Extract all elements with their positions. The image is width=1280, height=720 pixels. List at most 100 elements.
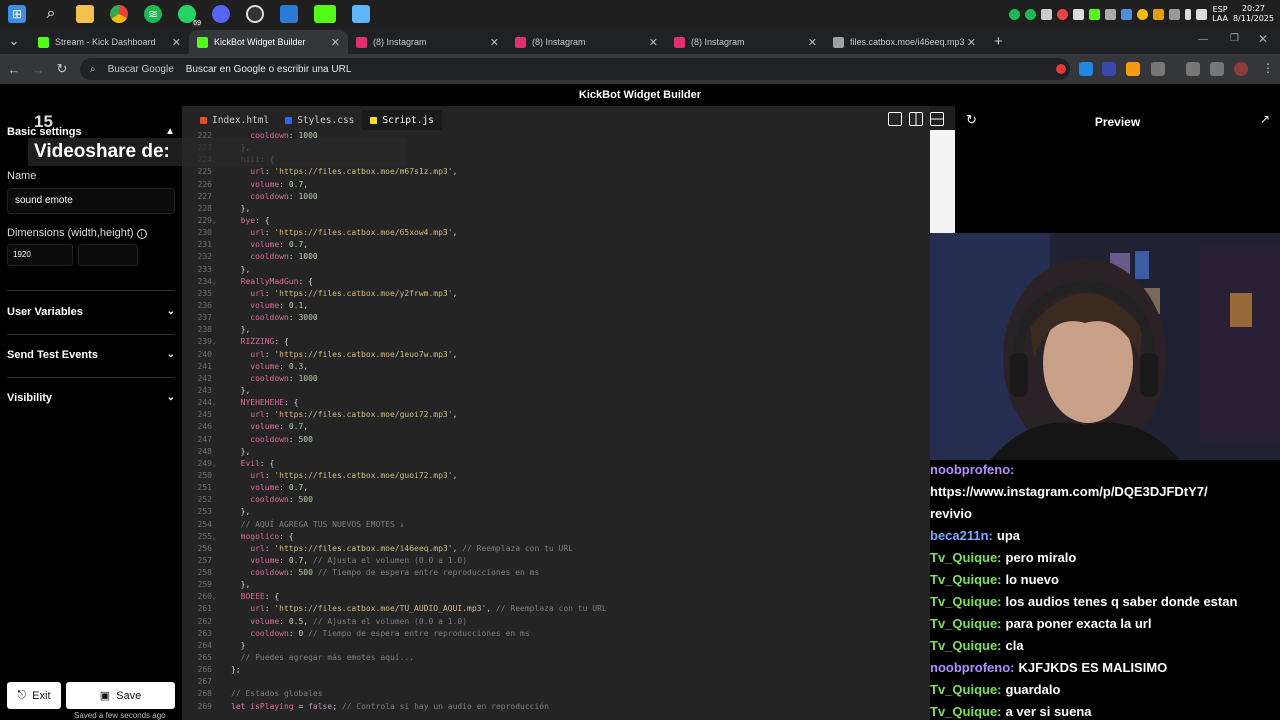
browser-menu-icon[interactable]: ⋮ — [1262, 61, 1274, 75]
editor-tab[interactable]: Script.js — [362, 110, 442, 130]
back-icon[interactable]: ← — [2, 62, 26, 77]
layout-split-horizontal-icon[interactable] — [930, 112, 944, 126]
media-control-icon[interactable] — [1210, 62, 1224, 76]
fold-chevron-icon[interactable]: ⌄ — [212, 276, 220, 288]
tab-close-icon[interactable]: ✕ — [649, 36, 658, 49]
fold-chevron-icon[interactable]: ⌄ — [212, 336, 220, 348]
visibility-header[interactable]: Visibility ⌄ — [7, 392, 175, 404]
fold-chevron-icon[interactable]: ⌄ — [212, 591, 220, 603]
tray-app5-icon[interactable] — [1169, 8, 1181, 20]
open-external-icon[interactable]: ↗ — [1260, 112, 1270, 126]
code-text: cooldown: 1000 — [250, 191, 318, 201]
code-line: 257 volume: 0.7, // Ajusta el volumen (0… — [182, 555, 930, 567]
discord-icon[interactable] — [212, 5, 230, 23]
line-number: 229 — [197, 215, 212, 225]
tab-close-icon[interactable]: ✕ — [331, 36, 340, 49]
save-status: Saved a few seconds ago — [74, 711, 166, 720]
extension-k-icon[interactable] — [1079, 62, 1093, 76]
code-line: 243 }, — [182, 385, 930, 397]
fold-chevron-icon — [212, 652, 220, 664]
fold-chevron-icon[interactable]: ⌄ — [212, 215, 220, 227]
send-test-events-header[interactable]: Send Test Events ⌄ — [7, 349, 175, 361]
code-text: } — [231, 640, 246, 650]
user-variables-label: User Variables — [7, 306, 83, 318]
language-indicator[interactable]: ESP LAA — [1212, 5, 1228, 23]
basic-settings-header[interactable]: Basic settings ▲ — [7, 126, 175, 138]
tray-discord-icon[interactable] — [1041, 8, 1053, 20]
browser-tab[interactable]: files.catbox.moe/i46eeq.mp3 ✕ — [825, 30, 984, 54]
preview-title: Preview — [1094, 115, 1141, 129]
fold-chevron-icon — [212, 373, 220, 385]
tray-app3-icon[interactable] — [1121, 8, 1133, 20]
tray-app-icon[interactable] — [1009, 8, 1021, 20]
exit-button[interactable]: ⎋ Exit — [7, 682, 61, 709]
notepad-icon[interactable] — [352, 5, 370, 23]
fold-chevron-icon[interactable]: ⌄ — [212, 531, 220, 543]
extension-wave-icon[interactable] — [1102, 62, 1116, 76]
reload-icon[interactable]: ↻ — [50, 61, 74, 77]
height-field[interactable] — [78, 244, 138, 266]
tab-close-icon[interactable]: ✕ — [172, 36, 181, 49]
width-field[interactable]: 1920 — [7, 244, 73, 266]
editor-tab[interactable]: Index.html — [192, 110, 277, 130]
whatsapp-badge: 69 — [192, 20, 202, 27]
browser-tab[interactable]: KickBot Widget Builder ✕ — [189, 30, 348, 54]
clock[interactable]: 20:27 8/11/2025 — [1233, 4, 1274, 24]
search-icon[interactable]: ⌕ — [42, 5, 60, 23]
line-number: 253 — [197, 507, 212, 517]
kick-icon[interactable] — [314, 5, 336, 23]
line-number: 251 — [197, 483, 212, 493]
fold-chevron-icon — [212, 676, 220, 688]
new-tab-icon[interactable]: + — [994, 33, 1003, 50]
tray-app4-icon[interactable] — [1153, 8, 1165, 20]
tray-mic-icon[interactable] — [1185, 8, 1192, 20]
browser-tab[interactable]: (8) Instagram ✕ — [666, 30, 825, 54]
omnibox[interactable]: ⌕ Buscar Google Buscar en Google o escri… — [80, 58, 1070, 80]
browser-tab[interactable]: (8) Instagram ✕ — [348, 30, 507, 54]
fold-chevron-icon[interactable]: ⌄ — [212, 458, 220, 470]
spotify-icon[interactable]: ≋ — [144, 5, 162, 23]
browser-tab[interactable]: Stream - Kick Dashboard ✕ — [30, 30, 189, 54]
profile-avatar[interactable] — [1234, 62, 1248, 76]
record-extension-icon[interactable] — [1056, 64, 1066, 74]
restore-icon[interactable]: ❐ — [1230, 33, 1239, 44]
tray-spotify-icon[interactable] — [1025, 8, 1037, 20]
code-line: 237 cooldown: 3000 — [182, 312, 930, 324]
windows-icon[interactable]: ⊞ — [8, 5, 26, 23]
tab-close-icon[interactable]: ✕ — [808, 36, 817, 49]
dimensions-label: Dimensions (width,height) i — [7, 227, 147, 239]
user-variables-header[interactable]: User Variables ⌄ — [7, 306, 175, 318]
window-close-icon[interactable]: ✕ — [1258, 32, 1268, 46]
obs-icon[interactable] — [246, 5, 264, 23]
info-icon[interactable]: i — [136, 229, 147, 239]
forward-icon[interactable]: → — [26, 62, 50, 77]
extension-play-icon[interactable] — [1126, 62, 1140, 76]
code-area[interactable]: 222 cooldown: 1000223 },224⌄ hiii: {225 … — [182, 130, 930, 720]
code-line: 238 }, — [182, 324, 930, 336]
file-explorer-icon[interactable] — [76, 5, 94, 23]
save-button[interactable]: ▣ Save — [66, 682, 175, 709]
tray-bluetooth-icon[interactable] — [1073, 8, 1085, 20]
name-field[interactable]: sound emote — [7, 188, 175, 214]
tray-chrome-icon[interactable] — [1137, 8, 1149, 20]
minimize-icon[interactable]: — — [1198, 34, 1208, 45]
download-icon[interactable] — [1186, 62, 1200, 76]
chrome-icon[interactable] — [110, 5, 128, 23]
layout-split-vertical-icon[interactable] — [909, 112, 923, 126]
whatsapp-icon[interactable]: 69 — [178, 5, 202, 27]
tab-close-icon[interactable]: ✕ — [967, 36, 976, 49]
tab-list-icon[interactable]: ⌄ — [2, 33, 26, 49]
browser-tab[interactable]: (8) Instagram ✕ — [507, 30, 666, 54]
tray-app2-icon[interactable] — [1105, 8, 1117, 20]
app-icon[interactable] — [280, 5, 298, 23]
editor-scrollbar[interactable] — [930, 130, 955, 233]
fold-chevron-icon[interactable]: ⌄ — [212, 397, 220, 409]
tab-close-icon[interactable]: ✕ — [490, 36, 499, 49]
tray-kick-icon[interactable] — [1089, 8, 1101, 20]
editor-tab[interactable]: Styles.css — [277, 110, 362, 130]
tray-record-icon[interactable] — [1057, 8, 1069, 20]
tray-volume-icon[interactable] — [1196, 8, 1208, 20]
extensions-puzzle-icon[interactable] — [1151, 62, 1165, 76]
layout-single-icon[interactable] — [888, 112, 902, 126]
